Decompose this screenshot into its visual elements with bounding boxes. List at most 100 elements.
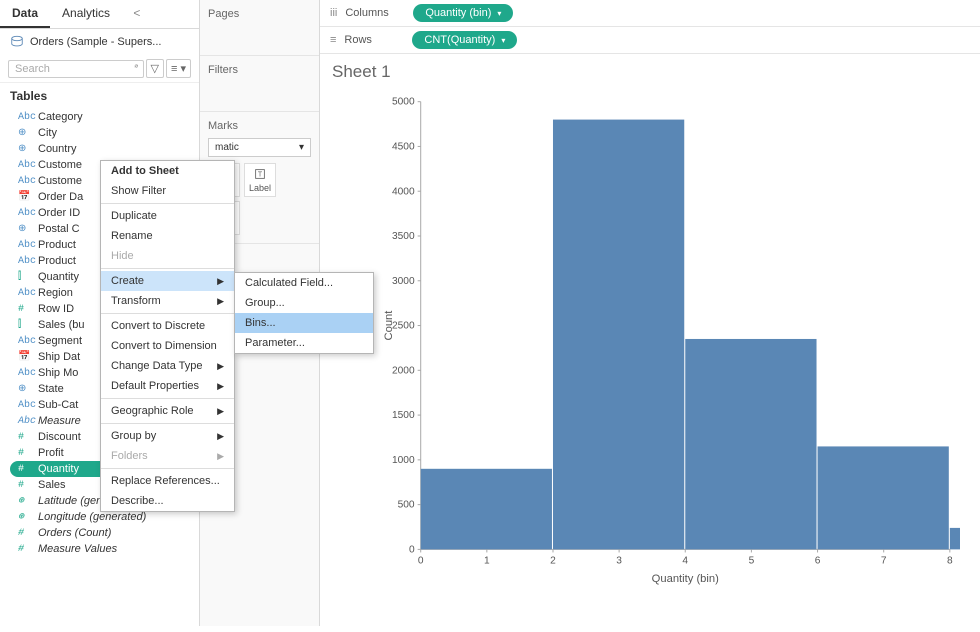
marks-label: Marks	[208, 120, 311, 132]
menu-replacereferences[interactable]: Replace References...	[101, 471, 234, 491]
field-type-icon: ⊕	[18, 127, 32, 139]
field-type-icon: #	[18, 432, 32, 443]
pages-shelf[interactable]: Pages	[200, 0, 319, 56]
field-type-icon: Abc	[18, 368, 32, 379]
field-type-icon: #	[18, 544, 32, 555]
chevron-down-icon: ▾	[299, 142, 304, 153]
menu-item-text: Group by	[111, 430, 156, 442]
field-type-icon: ⊕	[18, 495, 32, 507]
field-name: Quantity	[38, 463, 79, 475]
menu-groupby[interactable]: Group by▶	[101, 426, 234, 446]
field-name: Measure Values	[38, 543, 117, 555]
menu-hide: Hide	[101, 246, 234, 266]
rows-icon: ≡	[330, 34, 336, 46]
menu-changedatatype[interactable]: Change Data Type▶	[101, 356, 234, 376]
field-type-icon: 📅	[18, 191, 32, 203]
submenu-calculatedfield[interactable]: Calculated Field...	[235, 273, 373, 293]
submenu-group[interactable]: Group...	[235, 293, 373, 313]
data-source[interactable]: Orders (Sample - Supers...	[0, 29, 199, 55]
field-type-icon: #	[18, 464, 32, 475]
field-type-icon: Abc	[18, 112, 32, 123]
field-name: Postal C	[38, 223, 80, 235]
field-measurevalues[interactable]: # Measure Values	[0, 541, 199, 557]
svg-text:0: 0	[418, 556, 424, 567]
field-category[interactable]: AbcCategory	[0, 109, 199, 125]
field-name: Sales (bu	[38, 319, 84, 331]
menu-addtosheet[interactable]: Add to Sheet	[101, 161, 234, 181]
search-input[interactable]: Search 𝆩	[8, 60, 144, 78]
field-country[interactable]: ⊕Country	[0, 141, 199, 157]
collapse-icon[interactable]: <	[133, 6, 140, 20]
menu-transform[interactable]: Transform▶	[101, 291, 234, 311]
menu-folders: Folders▶	[101, 446, 234, 466]
pages-label: Pages	[208, 8, 311, 20]
svg-text:0: 0	[409, 544, 415, 555]
data-source-icon	[10, 35, 24, 49]
columns-shelf[interactable]: iii Columns Quantity (bin) ▾	[320, 0, 980, 27]
field-type-icon: ⊕	[18, 143, 32, 155]
field-type-icon: Abc	[18, 416, 32, 427]
filter-icon[interactable]: ▽	[146, 59, 164, 78]
field-orderscount[interactable]: #Orders (Count)	[0, 525, 199, 541]
field-type-icon: #	[18, 304, 32, 315]
columns-pill[interactable]: Quantity (bin) ▾	[413, 4, 513, 22]
field-type-icon: Abc	[18, 208, 32, 219]
columns-icon: iii	[330, 7, 337, 19]
field-city[interactable]: ⊕ City	[0, 125, 199, 141]
field-name: Custome	[38, 175, 82, 187]
field-name: City	[38, 127, 57, 139]
svg-text:3500: 3500	[392, 231, 415, 242]
menu-item-text: Hide	[111, 250, 134, 262]
submenu-arrow-icon: ▶	[217, 381, 224, 392]
field-type-icon: #	[18, 528, 32, 539]
menu-defaultproperties[interactable]: Default Properties▶	[101, 376, 234, 396]
rows-shelf[interactable]: ≡ Rows CNT(Quantity) ▾	[320, 27, 980, 54]
tab-analytics-label: Analytics	[62, 6, 110, 20]
submenu-bins[interactable]: Bins...	[235, 313, 373, 333]
mark-label[interactable]: T Label	[244, 163, 276, 197]
field-type-icon: Abc	[18, 288, 32, 299]
submenu-arrow-icon: ▶	[217, 361, 224, 372]
view-icon[interactable]: ≡ ▾	[166, 59, 191, 78]
menu-create[interactable]: Create▶	[101, 271, 234, 291]
marks-type-text: matic	[215, 142, 239, 153]
separator	[101, 268, 234, 269]
svg-text:2: 2	[550, 556, 556, 567]
tables-header: Tables	[0, 83, 199, 109]
field-name: Segment	[38, 335, 82, 347]
menu-duplicate[interactable]: Duplicate	[101, 206, 234, 226]
tab-analytics[interactable]: Analytics <	[50, 0, 152, 28]
field-name: Sub-Cat	[38, 399, 78, 411]
submenu-parameter[interactable]: Parameter...	[235, 333, 373, 353]
menu-describe[interactable]: Describe...	[101, 491, 234, 511]
submenu-arrow-icon: ▶	[217, 451, 224, 462]
marks-type-select[interactable]: matic ▾	[208, 138, 311, 157]
field-name: Discount	[38, 431, 81, 443]
menu-geographicrole[interactable]: Geographic Role▶	[101, 401, 234, 421]
menu-rename[interactable]: Rename	[101, 226, 234, 246]
rows-label: Rows	[344, 34, 404, 46]
svg-text:5: 5	[749, 556, 755, 567]
field-name: Sales	[38, 479, 66, 491]
svg-text:1: 1	[484, 556, 490, 567]
menu-converttodiscrete[interactable]: Convert to Discrete	[101, 316, 234, 336]
filters-label: Filters	[208, 64, 311, 76]
menu-converttodimension[interactable]: Convert to Dimension	[101, 336, 234, 356]
tab-data[interactable]: Data	[0, 0, 50, 28]
sheet-title[interactable]: Sheet 1	[320, 54, 980, 90]
label-icon: T	[253, 167, 267, 181]
field-name: Custome	[38, 159, 82, 171]
field-name: Ship Mo	[38, 367, 78, 379]
svg-text:8: 8	[947, 556, 953, 567]
chart-area[interactable]: 0500100015002000250030003500400045005000…	[320, 90, 980, 632]
columns-pill-text: Quantity (bin)	[425, 7, 491, 19]
filters-shelf[interactable]: Filters	[200, 56, 319, 112]
menu-showfilter[interactable]: Show Filter	[101, 181, 234, 201]
submenu-arrow-icon: ▶	[217, 406, 224, 417]
field-type-icon: #	[18, 448, 32, 459]
separator	[101, 203, 234, 204]
svg-text:4500: 4500	[392, 141, 415, 152]
field-type-icon: Abc	[18, 256, 32, 267]
rows-pill[interactable]: CNT(Quantity) ▾	[412, 31, 517, 49]
svg-text:7: 7	[881, 556, 887, 567]
